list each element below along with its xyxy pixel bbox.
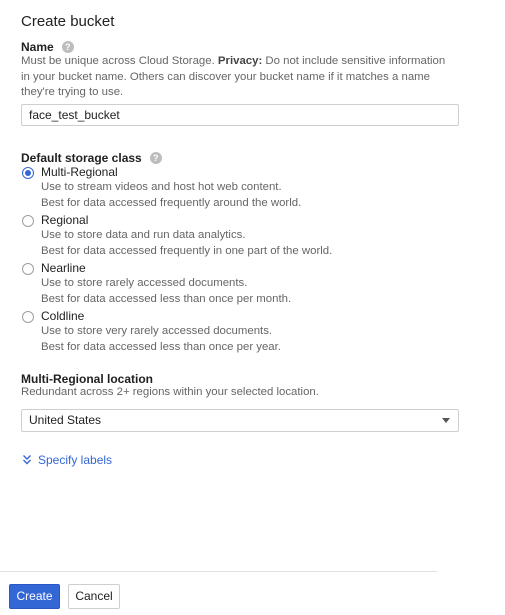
help-icon[interactable]: ? <box>149 152 162 164</box>
option-label[interactable]: Multi-Regional <box>41 165 118 179</box>
location-select[interactable]: United States <box>21 409 459 432</box>
specify-labels-link[interactable]: Specify labels <box>22 453 112 467</box>
location-selected-value: United States <box>29 413 102 427</box>
bucket-name-input[interactable]: face_test_bucket <box>21 104 459 126</box>
option-label[interactable]: Coldline <box>41 309 84 323</box>
option-label[interactable]: Regional <box>41 213 88 227</box>
specify-labels-text[interactable]: Specify labels <box>38 453 112 467</box>
radio-button-checked[interactable] <box>22 167 34 179</box>
name-section-label: Name ? <box>21 40 74 54</box>
chevron-double-down-icon <box>23 455 31 465</box>
dropdown-caret-icon[interactable] <box>442 418 450 423</box>
option-desc-line2: Best for data accessed less than once pe… <box>41 293 292 305</box>
location-description: Redundant across 2+ regions within your … <box>21 386 319 398</box>
option-desc-line1: Use to store very rarely accessed docume… <box>41 325 273 337</box>
name-description: Must be unique across Cloud Storage. Pri… <box>21 54 451 101</box>
option-desc-line1: Use to store rarely accessed documents. <box>41 277 248 289</box>
option-desc-line1: Use to stream videos and host hot web co… <box>41 181 282 193</box>
name-desc-pre: Must be unique across Cloud Storage. <box>21 55 218 67</box>
privacy-label: Privacy: <box>217 55 263 67</box>
option-label[interactable]: Nearline <box>41 261 86 275</box>
create-button[interactable]: Create <box>9 584 60 609</box>
name-label: Name <box>21 40 54 54</box>
radio-button[interactable] <box>22 215 34 227</box>
storage-class-section-label: Default storage class ? <box>21 151 162 165</box>
option-desc-line2: Best for data accessed frequently in one… <box>41 245 333 257</box>
storage-class-label: Default storage class <box>21 151 142 165</box>
option-desc-line2: Best for data accessed less than once pe… <box>41 341 281 353</box>
option-desc-line1: Use to store data and run data analytics… <box>41 229 246 241</box>
help-icon[interactable]: ? <box>61 41 74 53</box>
location-label: Multi-Regional location <box>21 372 153 386</box>
footer-divider <box>0 571 437 572</box>
cancel-button[interactable]: Cancel <box>68 584 120 609</box>
location-section-label: Multi-Regional location <box>21 372 153 386</box>
radio-button[interactable] <box>22 263 34 275</box>
page-title: Create bucket <box>21 13 115 30</box>
option-desc-line2: Best for data accessed frequently around… <box>41 197 302 209</box>
radio-button[interactable] <box>22 311 34 323</box>
